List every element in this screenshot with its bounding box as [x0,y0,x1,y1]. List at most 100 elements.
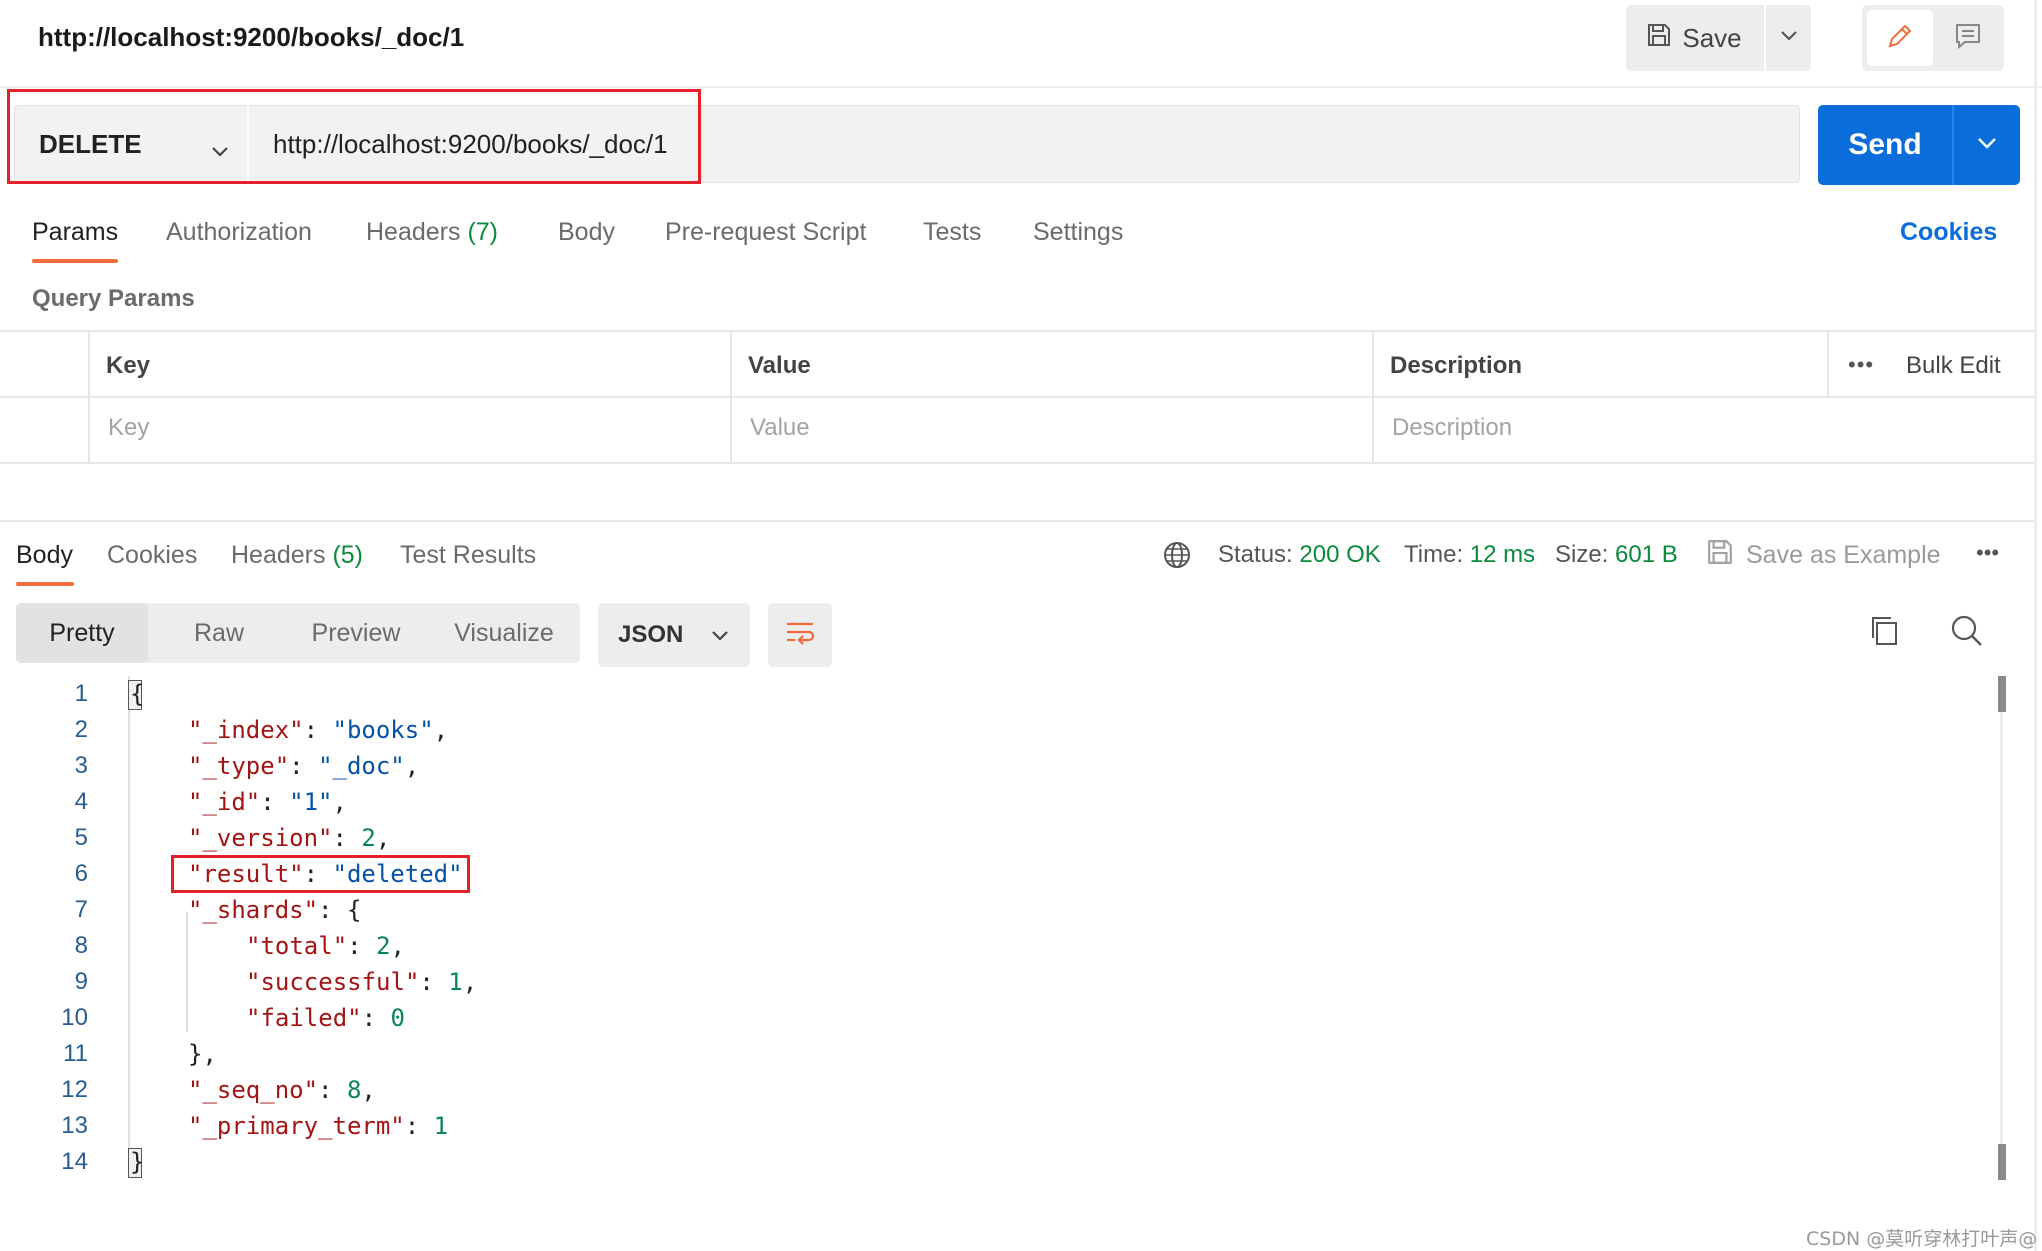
response-tab-cookies[interactable]: Cookies [107,541,197,570]
line-number: 2 [74,716,88,743]
view-visualize-button[interactable]: Visualize [428,603,580,663]
right-panel-edge [2034,0,2037,1251]
tab-body[interactable]: Body [558,218,615,247]
response-status[interactable]: Status: 200 OK [1218,541,1381,569]
column-divider [730,332,732,464]
save-icon [1646,22,1672,55]
column-divider [1827,332,1829,398]
format-select[interactable]: JSON [598,603,750,667]
key-input[interactable]: Key [108,414,149,442]
json-key: "total" [246,932,348,960]
line-number: 11 [63,1040,88,1067]
format-value: JSON [618,621,684,648]
more-options-icon[interactable]: ••• [1976,540,1999,566]
edit-mode-button[interactable] [1867,10,1933,66]
annotation-highlight-box [7,89,701,184]
cookies-link[interactable]: Cookies [1900,218,1997,247]
json-key: "_seq_no" [188,1076,319,1104]
globe-icon[interactable] [1162,540,1192,575]
line-number: 3 [74,752,88,779]
json-value: 1 [448,968,463,996]
send-button-group: Send [1818,105,2020,185]
query-params-label: Query Params [32,285,195,312]
json-value: 2 [376,932,391,960]
code-line: { [128,680,145,710]
response-body-code[interactable]: 1 2 3 4 5 6 7 8 9 10 11 12 13 14 { "_ind… [0,676,2000,1196]
tab-headers-count: (7) [467,218,499,246]
line-number: 8 [74,932,88,959]
response-tab-body[interactable]: Body [16,541,73,570]
comments-button[interactable] [1937,10,1999,66]
copy-icon[interactable] [1868,614,1900,653]
response-time[interactable]: Time: 12 ms [1404,541,1535,569]
json-key: "_primary_term" [188,1112,405,1140]
code-line: "_seq_no": 8, [188,1076,376,1104]
line-number: 4 [74,788,88,815]
comment-icon [1953,21,1983,56]
scrollbar-track[interactable] [2000,676,2003,1176]
view-raw-button[interactable]: Raw [150,603,288,663]
json-value: "1" [289,788,333,816]
json-value: "_doc" [318,752,405,780]
view-preview-button[interactable]: Preview [284,603,428,663]
chevron-down-icon [1780,29,1798,47]
scrollbar-thumb[interactable] [1998,676,2006,712]
column-header-description: Description [1390,352,1523,379]
code-line: }, [188,1040,217,1068]
json-value: "books" [332,716,434,744]
search-icon[interactable] [1950,614,1984,653]
description-input[interactable]: Description [1392,414,1512,442]
json-key: "successful" [246,968,420,996]
tab-authorization[interactable]: Authorization [166,218,312,247]
line-number: 14 [61,1148,88,1175]
json-value: 0 [390,1004,405,1032]
active-response-tab-indicator [16,582,74,586]
table-header-row [0,332,2034,398]
response-tab-test-results[interactable]: Test Results [400,541,536,570]
time-label: Time: [1404,541,1464,568]
code-line: "_type": "_doc", [188,752,420,780]
view-pretty-button[interactable]: Pretty [16,603,148,663]
time-value: 12 ms [1469,541,1536,568]
save-as-example-label: Save as Example [1746,541,1941,569]
line-number: 13 [61,1112,88,1139]
annotation-highlight-box [171,855,470,893]
code-line: "_primary_term": 1 [188,1112,449,1140]
tab-tests[interactable]: Tests [923,218,981,247]
send-options-button[interactable] [1952,105,2020,185]
save-button[interactable]: Save [1626,5,1762,71]
value-input[interactable]: Value [750,414,810,442]
line-number: 9 [74,968,88,995]
status-label: Status: [1218,541,1293,568]
response-tab-headers[interactable]: Headers (5) [231,541,363,570]
pencil-icon [1885,21,1915,56]
tab-settings[interactable]: Settings [1033,218,1123,247]
save-icon [1706,538,1734,573]
tab-pre-request-script[interactable]: Pre-request Script [665,218,866,247]
wrap-lines-button[interactable] [768,603,832,667]
line-number: 10 [61,1004,88,1031]
json-key: "_id" [188,788,261,816]
save-as-example-button[interactable]: Save as Example [1706,538,1941,573]
json-key: "failed" [246,1004,362,1032]
view-mode-group: Pretty Raw Preview Visualize [16,603,580,663]
more-options-icon[interactable]: ••• [1848,352,1874,378]
tab-params[interactable]: Params [32,218,118,247]
code-line: "_version": 2, [188,824,391,852]
column-divider [1372,332,1374,464]
bulk-edit-button[interactable]: Bulk Edit [1906,352,2001,380]
scrollbar-thumb[interactable] [1998,1144,2006,1180]
code-line: "_index": "books", [188,716,449,744]
code-line: "total": 2, [246,932,405,960]
send-button[interactable]: Send [1818,105,1952,185]
mode-toggle [1862,5,2004,71]
watermark-text: CSDN @莫听穿林打叶声@ [1806,1228,2038,1250]
response-size[interactable]: Size: 601 B [1555,541,1678,569]
response-divider [0,520,2034,522]
tab-headers[interactable]: Headers (7) [366,218,498,247]
line-number: 12 [61,1076,88,1103]
size-label: Size: [1555,541,1609,568]
line-number: 1 [74,680,88,707]
save-options-button[interactable] [1764,5,1811,71]
json-key: "_shards" [188,896,319,924]
